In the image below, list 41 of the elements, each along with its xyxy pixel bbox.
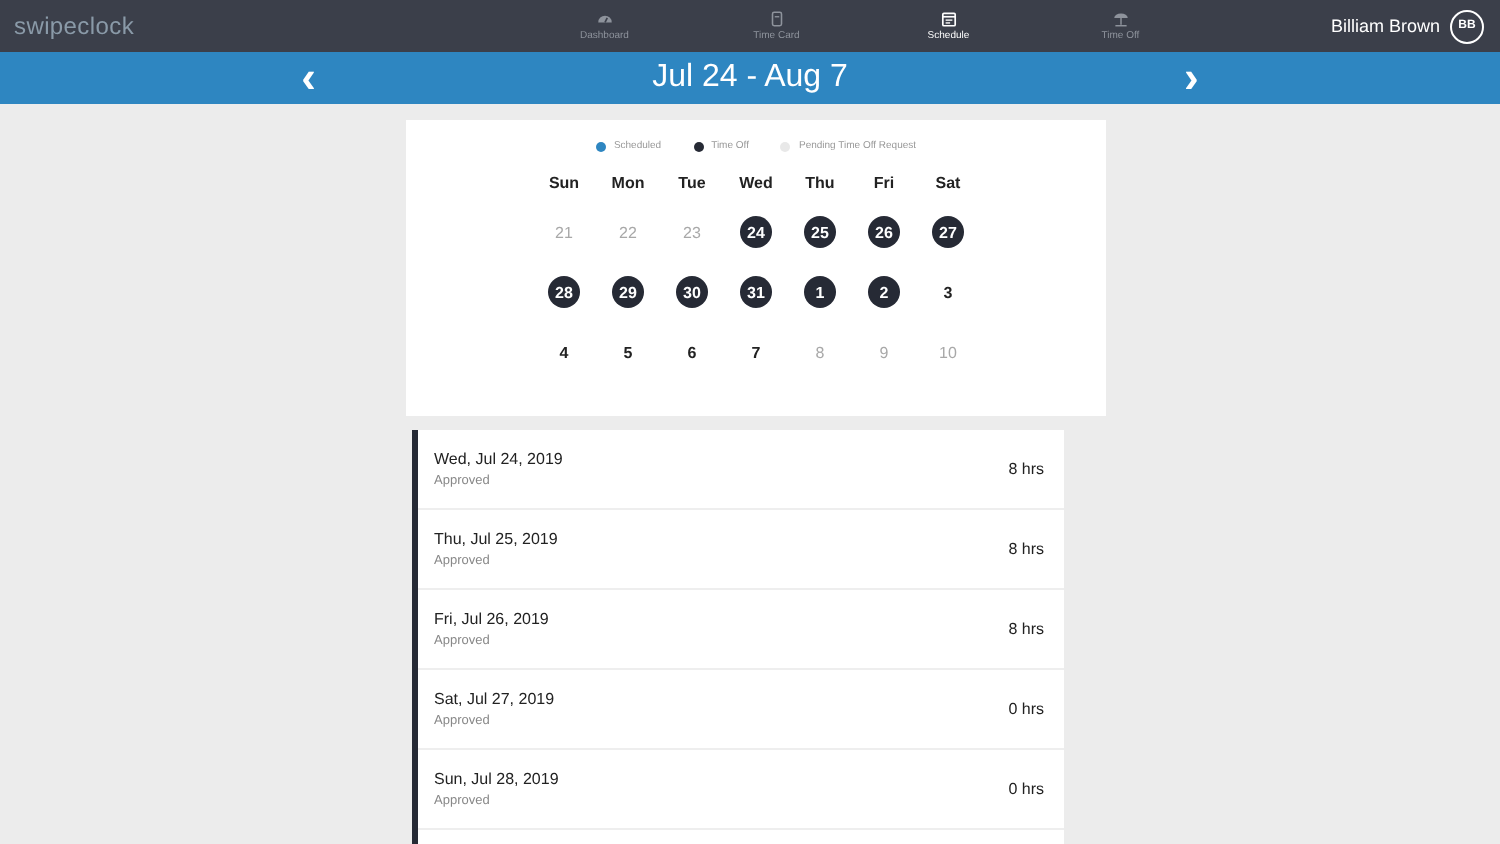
calendar-day[interactable]: 26 bbox=[868, 216, 900, 248]
entry-date: Sun, Jul 28, 2019 bbox=[434, 770, 559, 788]
weekday-label: Sun bbox=[546, 173, 582, 191]
card-icon bbox=[767, 10, 786, 28]
weekday-label: Fri bbox=[871, 173, 897, 191]
entry-date: Fri, Jul 26, 2019 bbox=[434, 610, 549, 628]
calendar-day[interactable]: 24 bbox=[740, 216, 772, 248]
entry-hours: 8 hrs bbox=[1008, 460, 1044, 478]
entry-hours: 8 hrs bbox=[1008, 540, 1044, 558]
user-name: Billiam Brown bbox=[1330, 16, 1440, 36]
entry-hours: 0 hrs bbox=[1008, 780, 1044, 798]
calendar-icon bbox=[939, 10, 958, 28]
weekday-label: Thu bbox=[803, 173, 837, 191]
weekday-label: Mon bbox=[609, 173, 647, 191]
calendar-day[interactable]: 30 bbox=[676, 276, 708, 308]
brand-logo: swipeclock bbox=[14, 12, 137, 40]
calendar-day[interactable]: 7 bbox=[740, 336, 772, 368]
calendar-day[interactable]: 5 bbox=[612, 336, 644, 368]
calendar-day[interactable]: 1 bbox=[804, 276, 836, 308]
entry-hours: 0 hrs bbox=[1008, 700, 1044, 718]
calendar-day[interactable]: 4 bbox=[548, 336, 580, 368]
weekday-label: Sat bbox=[933, 173, 963, 191]
gauge-icon bbox=[595, 10, 614, 28]
umbrella-icon bbox=[1111, 10, 1130, 28]
entry-date: Thu, Jul 25, 2019 bbox=[434, 530, 558, 548]
calendar-day[interactable]: 3 bbox=[932, 276, 964, 308]
calendar-day[interactable]: 6 bbox=[676, 336, 708, 368]
weekday-label: Wed bbox=[737, 173, 775, 191]
previous-button[interactable]: ‹ bbox=[297, 58, 320, 98]
calendar-day[interactable]: 31 bbox=[740, 276, 772, 308]
calendar-day[interactable]: 2 bbox=[868, 276, 900, 308]
entry-hours: 8 hrs bbox=[1008, 620, 1044, 638]
weekday-label: Tue bbox=[676, 173, 708, 191]
calendar-day[interactable]: 27 bbox=[932, 216, 964, 248]
entry-date: Sat, Jul 27, 2019 bbox=[434, 690, 555, 708]
entry-date: Wed, Jul 24, 2019 bbox=[434, 450, 563, 468]
calendar-day[interactable]: 29 bbox=[612, 276, 644, 308]
calendar-day[interactable]: 25 bbox=[804, 216, 836, 248]
calendar-day[interactable]: 28 bbox=[548, 276, 580, 308]
next-button[interactable]: › bbox=[1180, 58, 1203, 98]
period-title: Jul 24 - Aug 7 bbox=[650, 60, 850, 96]
